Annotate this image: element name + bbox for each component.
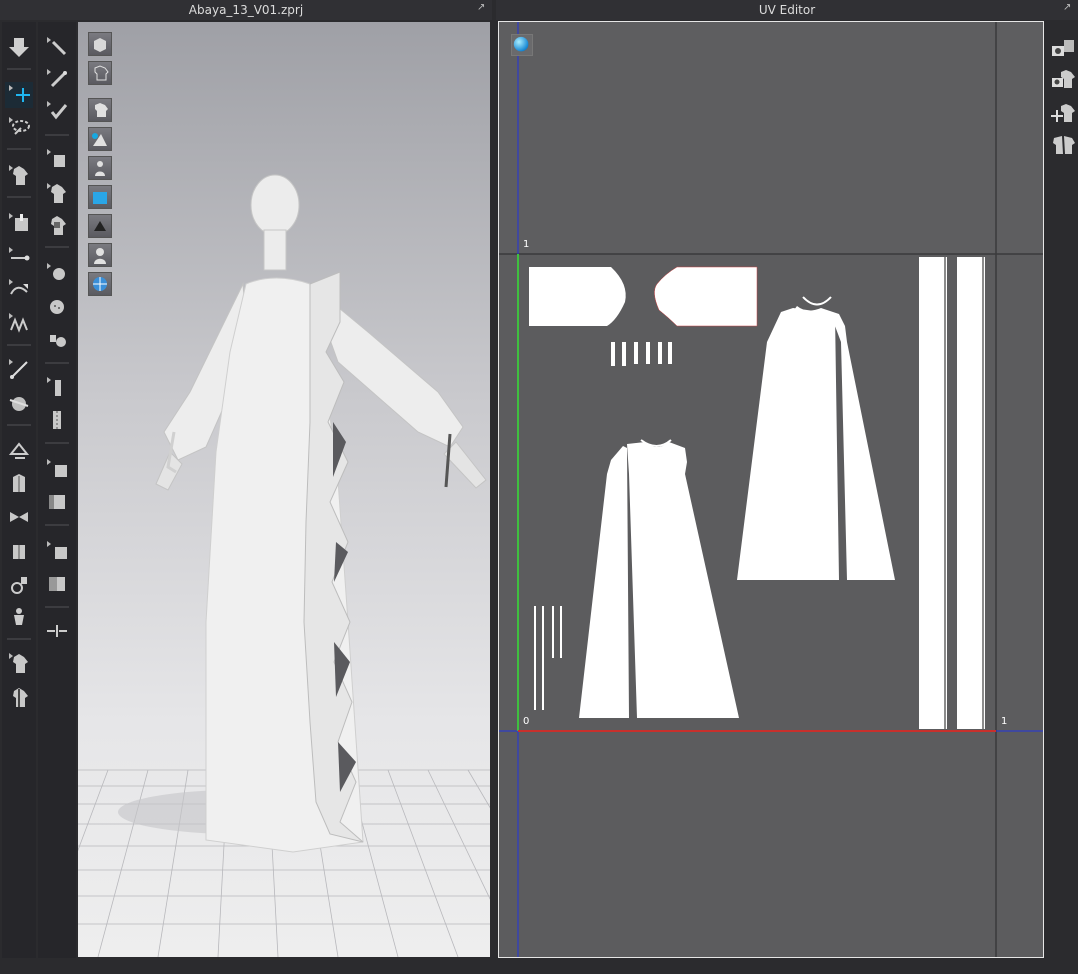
right-popout-icon[interactable]: ↗ bbox=[1063, 3, 1073, 13]
checker-shirt-icon[interactable] bbox=[43, 212, 71, 238]
avatar-head bbox=[250, 174, 300, 271]
segment-icon[interactable] bbox=[5, 244, 33, 270]
strip-icon[interactable] bbox=[43, 488, 71, 514]
uv-layout[interactable] bbox=[499, 22, 1043, 957]
zipper-icon[interactable] bbox=[43, 374, 71, 400]
move-icon[interactable] bbox=[5, 82, 33, 108]
jacket-icon[interactable] bbox=[5, 470, 33, 496]
divider bbox=[7, 196, 31, 198]
3d-viewport[interactable] bbox=[78, 22, 490, 957]
pressure-icon[interactable] bbox=[43, 146, 71, 172]
camera-shirt-icon[interactable] bbox=[1049, 66, 1077, 92]
show-avatar-icon[interactable] bbox=[88, 156, 112, 180]
uv-sphere-button[interactable] bbox=[511, 34, 533, 56]
avatar-small-icon[interactable] bbox=[5, 604, 33, 630]
camera-texture-icon[interactable] bbox=[1049, 36, 1077, 62]
divider bbox=[45, 442, 69, 444]
divider bbox=[7, 424, 31, 426]
project-title: Abaya_13_V01.zprj bbox=[188, 3, 304, 17]
needle-point-icon[interactable] bbox=[43, 34, 71, 60]
right-panel-titlebar: UV Editor bbox=[496, 0, 1078, 20]
uv-label-right: 1 bbox=[1001, 716, 1008, 727]
divider bbox=[7, 148, 31, 150]
uv-label-origin: 0 bbox=[523, 716, 530, 727]
divider bbox=[45, 134, 69, 136]
buttonhole-lock-icon[interactable] bbox=[43, 326, 71, 352]
uv-piece-small-strips bbox=[611, 342, 672, 366]
uv-piece-back-panel bbox=[579, 442, 739, 718]
uv-editor-canvas[interactable]: 1 0 1 bbox=[498, 21, 1044, 958]
bow-icon[interactable] bbox=[5, 504, 33, 530]
sphere-icon bbox=[513, 36, 529, 52]
box-3d-icon[interactable] bbox=[88, 32, 112, 56]
fold-icon[interactable] bbox=[5, 276, 33, 302]
split-shirt-icon[interactable] bbox=[1049, 132, 1077, 158]
garment-icon[interactable] bbox=[5, 162, 33, 188]
needle-icon[interactable] bbox=[5, 356, 33, 382]
shirt-arrange-icon[interactable] bbox=[5, 650, 33, 676]
fold-arrange-icon[interactable] bbox=[5, 436, 33, 462]
shirt-texture-icon[interactable] bbox=[43, 180, 71, 206]
pin-box-icon[interactable] bbox=[5, 210, 33, 236]
shirt-pin-icon[interactable] bbox=[5, 684, 33, 710]
lasso-icon[interactable] bbox=[5, 114, 33, 140]
divider bbox=[45, 524, 69, 526]
uv-piece-thin-strips bbox=[534, 606, 562, 710]
show-mesh-icon[interactable] bbox=[88, 214, 112, 238]
left-popout-icon[interactable]: ↗ bbox=[477, 3, 487, 13]
person-lock-icon[interactable] bbox=[5, 572, 33, 598]
button-add-icon[interactable] bbox=[43, 260, 71, 286]
uv-label-top: 1 bbox=[523, 239, 530, 250]
trim-block-icon[interactable] bbox=[43, 570, 71, 596]
garment-scene[interactable] bbox=[78, 22, 490, 957]
divider bbox=[45, 362, 69, 364]
divider bbox=[45, 606, 69, 608]
brush-icon[interactable] bbox=[43, 66, 71, 92]
divider bbox=[7, 344, 31, 346]
puckering-icon[interactable] bbox=[43, 618, 71, 644]
show-garment-icon[interactable] bbox=[88, 98, 112, 122]
show-texture-icon[interactable] bbox=[88, 185, 112, 209]
trim-icon[interactable] bbox=[43, 538, 71, 564]
shirt-outline-icon[interactable] bbox=[88, 61, 112, 85]
uv-piece-ruffle-long-2 bbox=[957, 257, 985, 729]
down-arrow-icon[interactable] bbox=[5, 34, 33, 60]
check-edit-icon[interactable] bbox=[43, 98, 71, 124]
sphere-cut-icon[interactable] bbox=[5, 390, 33, 416]
divider bbox=[45, 246, 69, 248]
tape-icon[interactable] bbox=[43, 456, 71, 482]
pleat-icon[interactable] bbox=[5, 310, 33, 336]
show-body-icon[interactable] bbox=[88, 243, 112, 267]
divider bbox=[7, 638, 31, 640]
uv-piece-sleeve-right bbox=[654, 266, 758, 327]
show-globe-icon[interactable] bbox=[88, 272, 112, 296]
zipper-slider-icon[interactable] bbox=[43, 406, 71, 432]
show-pattern-icon[interactable] bbox=[88, 127, 112, 151]
left-panel-titlebar: Abaya_13_V01.zprj bbox=[0, 0, 492, 20]
uv-piece-sleeve-left bbox=[529, 267, 626, 326]
uv-editor-title: UV Editor bbox=[758, 3, 816, 17]
uv-piece-ruffle-long-1 bbox=[919, 257, 947, 729]
toolbar-column-1 bbox=[2, 22, 36, 958]
divider bbox=[7, 68, 31, 70]
move-shirt-icon[interactable] bbox=[1049, 100, 1077, 126]
uv-neck-curve-1 bbox=[802, 296, 832, 306]
uv-piece-front-panel bbox=[737, 306, 895, 580]
toolbar-column-2 bbox=[38, 22, 76, 958]
button-icon[interactable] bbox=[43, 294, 71, 320]
box-icon[interactable] bbox=[5, 538, 33, 564]
